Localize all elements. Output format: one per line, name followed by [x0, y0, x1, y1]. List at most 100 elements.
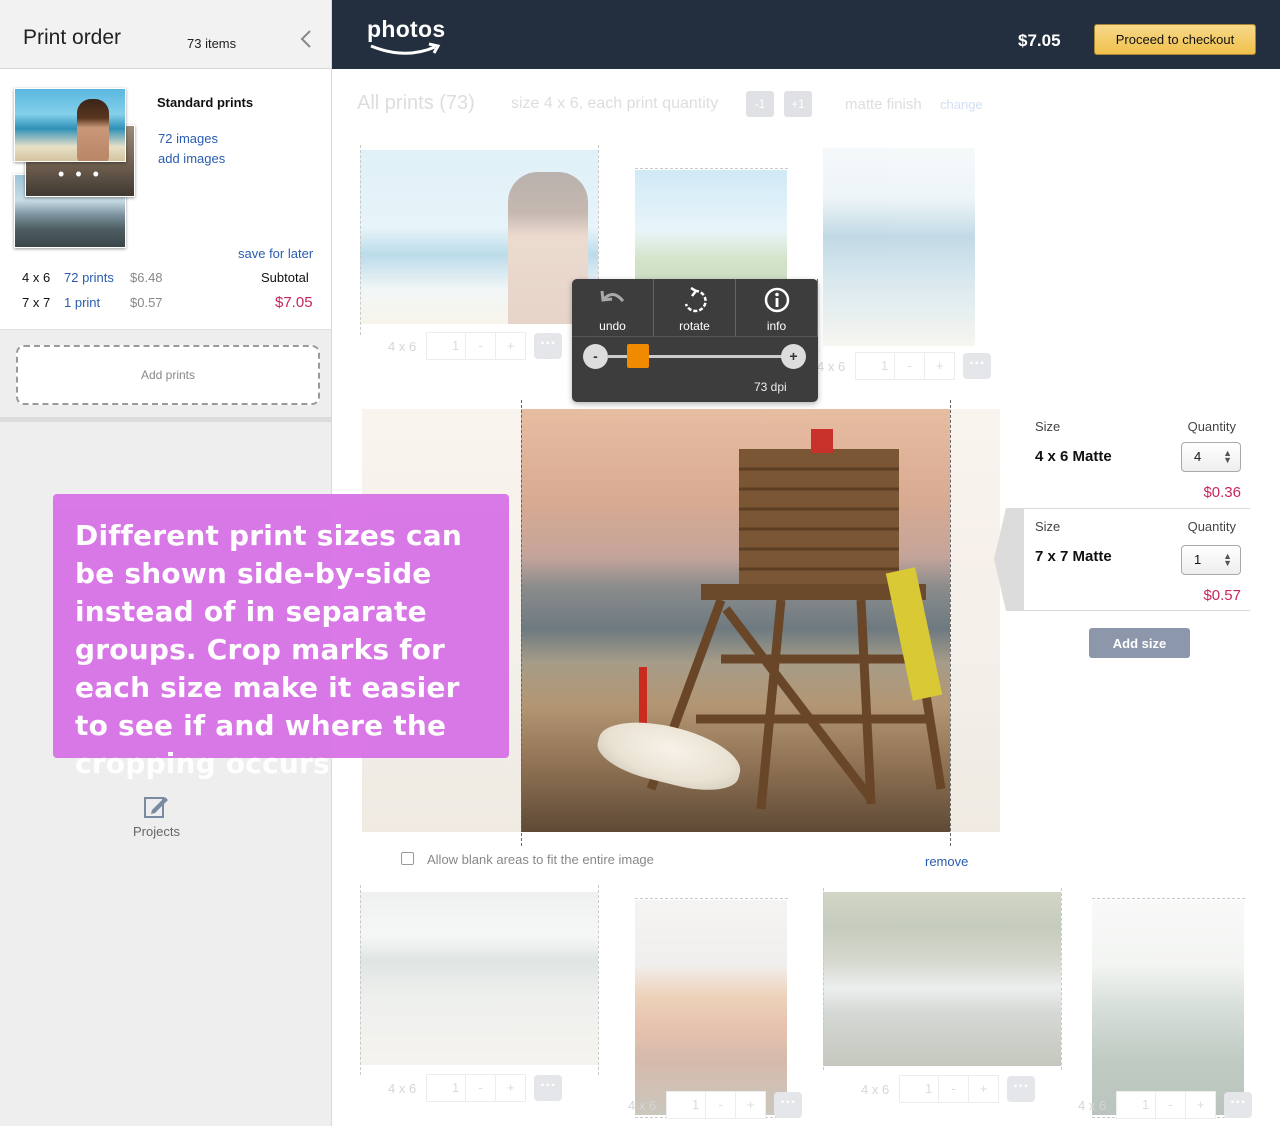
crop-marks: [360, 145, 599, 335]
quantity-header: Quantity: [1187, 419, 1236, 434]
chevron-left-icon[interactable]: [298, 28, 314, 50]
finish-text: matte finish: [845, 96, 922, 113]
info-icon: [764, 287, 790, 313]
more-options-button[interactable]: ···: [1007, 1076, 1036, 1102]
add-prints-dropzone[interactable]: Add prints: [16, 345, 320, 405]
row-count-link[interactable]: 1 print: [64, 295, 100, 310]
print-group-card: • • • Standard prints 72 images add imag…: [0, 69, 331, 330]
decrease-button[interactable]: -: [895, 352, 926, 380]
rotate-label: rotate: [679, 319, 710, 333]
quantity-select-value: 1: [1194, 552, 1202, 567]
row-price: $0.57: [130, 295, 163, 310]
photo-edit-toolbar: undo rotate info - + 73 dpi: [572, 279, 818, 402]
row-price: $6.48: [130, 270, 163, 285]
increase-button[interactable]: +: [736, 1091, 767, 1119]
quantity-stepper: 4 x 6 1 - + ···: [861, 1075, 1036, 1103]
quantity-input[interactable]: 1: [426, 332, 467, 360]
decrease-all-button[interactable]: -1: [746, 91, 774, 117]
item-count: 73 items: [187, 36, 237, 51]
add-size-button[interactable]: Add size: [1089, 628, 1190, 658]
quantity-select[interactable]: 4 ▲ ▼: [1181, 442, 1241, 472]
quantity-input[interactable]: 1: [1116, 1091, 1157, 1119]
crop-marks-7x7: [521, 400, 951, 846]
quantity-input[interactable]: 1: [899, 1075, 940, 1103]
increase-button[interactable]: +: [1186, 1091, 1217, 1119]
crop-marks: [823, 888, 1062, 1070]
sidebar-title: Print order: [23, 26, 122, 49]
quantity-stepper: 4 x 6 1 - + ···: [388, 332, 563, 360]
crop-marks: [635, 898, 788, 1118]
proceed-to-checkout-button[interactable]: Proceed to checkout: [1094, 24, 1256, 55]
thumbnail-image[interactable]: [14, 88, 126, 162]
size-price: $0.57: [1203, 587, 1241, 604]
more-options-button[interactable]: ···: [963, 353, 992, 379]
edit-icon[interactable]: [143, 794, 169, 820]
remove-link[interactable]: remove: [925, 854, 968, 869]
print-size-label: 4 x 6: [861, 1081, 890, 1097]
sidebar-header: Print order 73 items: [0, 0, 331, 69]
size-option: Size Quantity 7 x 7 Matte 1 ▲ ▼ $0.57: [1024, 509, 1250, 611]
quantity-select[interactable]: 1 ▲ ▼: [1181, 545, 1241, 575]
select-arrows-icon: ▲ ▼: [1223, 551, 1232, 568]
dpi-readout: 73 dpi: [754, 380, 787, 394]
crop-marks: [360, 885, 599, 1075]
allow-blank-label[interactable]: Allow blank areas to fit the entire imag…: [427, 852, 654, 867]
print-size-label: 4 x 6: [1078, 1097, 1107, 1113]
size-value: 4 x 6 Matte: [1035, 448, 1112, 465]
increase-button[interactable]: +: [496, 1074, 527, 1102]
rotate-icon: [684, 287, 707, 313]
quantity-stepper: 4 x 6 1 - + ···: [628, 1091, 803, 1119]
more-options-button[interactable]: ···: [1224, 1092, 1253, 1118]
change-finish-link[interactable]: change: [940, 97, 983, 112]
print-size-label: 4 x 6: [628, 1097, 657, 1113]
quantity-select-value: 4: [1194, 449, 1202, 464]
undo-button[interactable]: undo: [572, 279, 654, 336]
more-options-button[interactable]: ···: [534, 333, 563, 359]
images-link[interactable]: 72 images: [158, 131, 218, 146]
top-bar: photos $7.05 Proceed to checkout: [332, 0, 1280, 69]
zoom-out-button[interactable]: -: [583, 344, 608, 369]
size-panel: Size Quantity 4 x 6 Matte 4 ▲ ▼ $0.36 Siz…: [1024, 409, 1250, 611]
size-value: 7 x 7 Matte: [1035, 548, 1112, 565]
photos-logo[interactable]: photos: [367, 16, 445, 43]
panel-pointer: [994, 508, 1024, 611]
zoom-in-button[interactable]: +: [781, 344, 806, 369]
callout-text: Different print sizes can be shown side-…: [75, 519, 462, 780]
more-options-button[interactable]: ···: [534, 1075, 563, 1101]
projects-label[interactable]: Projects: [133, 824, 180, 839]
decrease-button[interactable]: -: [1156, 1091, 1187, 1119]
increase-button[interactable]: +: [925, 352, 956, 380]
decrease-button[interactable]: -: [706, 1091, 737, 1119]
size-header: Size: [1035, 519, 1061, 534]
size-quantity-text: size 4 x 6, each print quantity: [511, 95, 719, 112]
increase-button[interactable]: +: [969, 1075, 1000, 1103]
toolbar-divider: [572, 336, 818, 337]
size-price: $0.36: [1203, 484, 1241, 501]
rotate-button[interactable]: rotate: [654, 279, 736, 336]
quantity-input[interactable]: 1: [426, 1074, 467, 1102]
thumbnail-subject: [77, 99, 109, 161]
increase-all-button[interactable]: +1: [784, 91, 812, 117]
print-photo[interactable]: [823, 148, 975, 346]
row-count-link[interactable]: 72 prints: [64, 270, 114, 285]
increase-button[interactable]: +: [496, 332, 527, 360]
info-button[interactable]: info: [736, 279, 818, 336]
save-for-later-link[interactable]: save for later: [238, 246, 313, 261]
smile-logo-icon: [370, 42, 441, 55]
more-options-button[interactable]: ···: [774, 1092, 803, 1118]
decrease-button[interactable]: -: [466, 332, 497, 360]
quantity-input[interactable]: 1: [666, 1091, 707, 1119]
add-images-link[interactable]: add images: [158, 151, 225, 166]
print-size-label: 4 x 6: [388, 338, 417, 354]
print-size-label: 4 x 6: [817, 358, 846, 374]
allow-blank-checkbox[interactable]: [401, 852, 414, 865]
decrease-button[interactable]: -: [939, 1075, 970, 1103]
size-header: Size: [1035, 419, 1061, 434]
decrease-button[interactable]: -: [466, 1074, 497, 1102]
all-prints-title: All prints (73): [357, 92, 475, 114]
zoom-slider-handle[interactable]: [627, 344, 650, 368]
quantity-input[interactable]: 1: [855, 352, 896, 380]
subtotal-value: $7.05: [275, 294, 313, 311]
row-size: 7 x 7: [22, 295, 51, 310]
annotation-callout: Different print sizes can be shown side-…: [53, 494, 509, 780]
